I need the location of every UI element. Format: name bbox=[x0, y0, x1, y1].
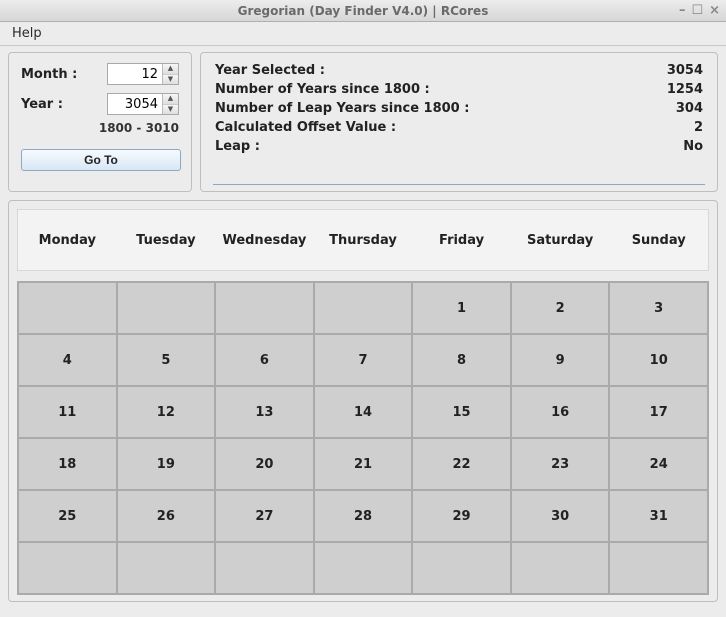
calendar-cell[interactable]: 23 bbox=[512, 439, 609, 489]
year-input[interactable] bbox=[108, 94, 162, 114]
calendar-cell[interactable]: 17 bbox=[610, 387, 707, 437]
calendar-cell[interactable] bbox=[216, 283, 313, 333]
calendar-cell[interactable]: 2 bbox=[512, 283, 609, 333]
calendar-cell[interactable]: 31 bbox=[610, 491, 707, 541]
calendar-cell[interactable]: 19 bbox=[118, 439, 215, 489]
calendar-cell[interactable]: 1 bbox=[413, 283, 510, 333]
day-header-friday: Friday bbox=[412, 210, 511, 270]
calendar-cell[interactable]: 15 bbox=[413, 387, 510, 437]
calendar-cell[interactable] bbox=[315, 543, 412, 593]
calendar-cell[interactable] bbox=[413, 543, 510, 593]
years-since-value: 1254 bbox=[643, 82, 703, 97]
calendar-cell[interactable]: 20 bbox=[216, 439, 313, 489]
calendar-cell[interactable]: 3 bbox=[610, 283, 707, 333]
offset-value: 2 bbox=[643, 120, 703, 135]
calendar-cell[interactable]: 5 bbox=[118, 335, 215, 385]
calendar-cell[interactable] bbox=[118, 543, 215, 593]
info-panel: Year Selected : 3054 Number of Years sin… bbox=[200, 52, 718, 192]
day-header-saturday: Saturday bbox=[511, 210, 610, 270]
calendar-cell[interactable]: 6 bbox=[216, 335, 313, 385]
calendar-grid-wrap: 1 2 3 4 5 6 7 8 9 10 11 12 13 14 15 16 1… bbox=[17, 281, 709, 595]
calendar-cell[interactable]: 13 bbox=[216, 387, 313, 437]
leap-years-value: 304 bbox=[643, 101, 703, 116]
year-selected-label: Year Selected : bbox=[215, 63, 325, 78]
leap-label: Leap : bbox=[215, 139, 260, 154]
year-label: Year : bbox=[21, 97, 63, 112]
calendar-cell[interactable] bbox=[610, 543, 707, 593]
month-spin-down-icon[interactable]: ▼ bbox=[163, 75, 178, 85]
window-controls: – ☐ × bbox=[679, 0, 720, 21]
calendar-cell[interactable]: 24 bbox=[610, 439, 707, 489]
calendar-cell[interactable]: 26 bbox=[118, 491, 215, 541]
month-label: Month : bbox=[21, 67, 77, 82]
year-range-label: 1800 - 3010 bbox=[21, 121, 179, 135]
calendar-cell[interactable]: 22 bbox=[413, 439, 510, 489]
calendar-cell[interactable]: 28 bbox=[315, 491, 412, 541]
year-spinner[interactable]: ▲ ▼ bbox=[107, 93, 179, 115]
years-since-label: Number of Years since 1800 : bbox=[215, 82, 430, 97]
calendar-cell[interactable] bbox=[512, 543, 609, 593]
menu-help[interactable]: Help bbox=[6, 24, 48, 43]
titlebar: Gregorian (Day Finder V4.0) | RCores – ☐… bbox=[0, 0, 726, 22]
calendar-cell[interactable]: 18 bbox=[19, 439, 116, 489]
year-spin-up-icon[interactable]: ▲ bbox=[163, 94, 178, 105]
year-selected-value: 3054 bbox=[643, 63, 703, 78]
calendar-cell[interactable]: 8 bbox=[413, 335, 510, 385]
calendar-cell[interactable]: 9 bbox=[512, 335, 609, 385]
content-area: Month : ▲ ▼ Year : ▲ ▼ bbox=[0, 46, 726, 617]
year-spin-down-icon[interactable]: ▼ bbox=[163, 105, 178, 115]
calendar-cell[interactable]: 25 bbox=[19, 491, 116, 541]
month-spin-up-icon[interactable]: ▲ bbox=[163, 64, 178, 75]
leap-value: No bbox=[643, 139, 703, 154]
month-input[interactable] bbox=[108, 64, 162, 84]
calendar-cell[interactable]: 14 bbox=[315, 387, 412, 437]
window-title: Gregorian (Day Finder V4.0) | RCores bbox=[238, 4, 489, 18]
day-header-thursday: Thursday bbox=[314, 210, 413, 270]
day-header-row: Monday Tuesday Wednesday Thursday Friday… bbox=[17, 209, 709, 271]
calendar-cell[interactable]: 30 bbox=[512, 491, 609, 541]
calendar-cell[interactable] bbox=[118, 283, 215, 333]
calendar-cell[interactable]: 4 bbox=[19, 335, 116, 385]
offset-label: Calculated Offset Value : bbox=[215, 120, 396, 135]
input-panel: Month : ▲ ▼ Year : ▲ ▼ bbox=[8, 52, 192, 192]
calendar-cell[interactable]: 29 bbox=[413, 491, 510, 541]
calendar-cell[interactable] bbox=[19, 543, 116, 593]
day-header-monday: Monday bbox=[18, 210, 117, 270]
calendar-grid: 1 2 3 4 5 6 7 8 9 10 11 12 13 14 15 16 1… bbox=[19, 283, 707, 593]
calendar-cell[interactable]: 21 bbox=[315, 439, 412, 489]
calendar-panel: Monday Tuesday Wednesday Thursday Friday… bbox=[8, 200, 718, 602]
day-header-wednesday: Wednesday bbox=[215, 210, 314, 270]
day-header-sunday: Sunday bbox=[609, 210, 708, 270]
day-header-tuesday: Tuesday bbox=[117, 210, 216, 270]
menubar: Help bbox=[0, 22, 726, 46]
calendar-cell[interactable]: 11 bbox=[19, 387, 116, 437]
month-spinner[interactable]: ▲ ▼ bbox=[107, 63, 179, 85]
calendar-cell[interactable] bbox=[19, 283, 116, 333]
goto-button[interactable]: Go To bbox=[21, 149, 181, 171]
calendar-cell[interactable]: 16 bbox=[512, 387, 609, 437]
calendar-cell[interactable]: 10 bbox=[610, 335, 707, 385]
calendar-cell[interactable] bbox=[216, 543, 313, 593]
leap-years-label: Number of Leap Years since 1800 : bbox=[215, 101, 469, 116]
calendar-cell[interactable]: 7 bbox=[315, 335, 412, 385]
minimize-icon[interactable]: – bbox=[679, 4, 686, 17]
close-icon[interactable]: × bbox=[709, 4, 720, 17]
calendar-cell[interactable]: 27 bbox=[216, 491, 313, 541]
maximize-icon[interactable]: ☐ bbox=[691, 4, 703, 17]
calendar-cell[interactable]: 12 bbox=[118, 387, 215, 437]
calendar-cell[interactable] bbox=[315, 283, 412, 333]
